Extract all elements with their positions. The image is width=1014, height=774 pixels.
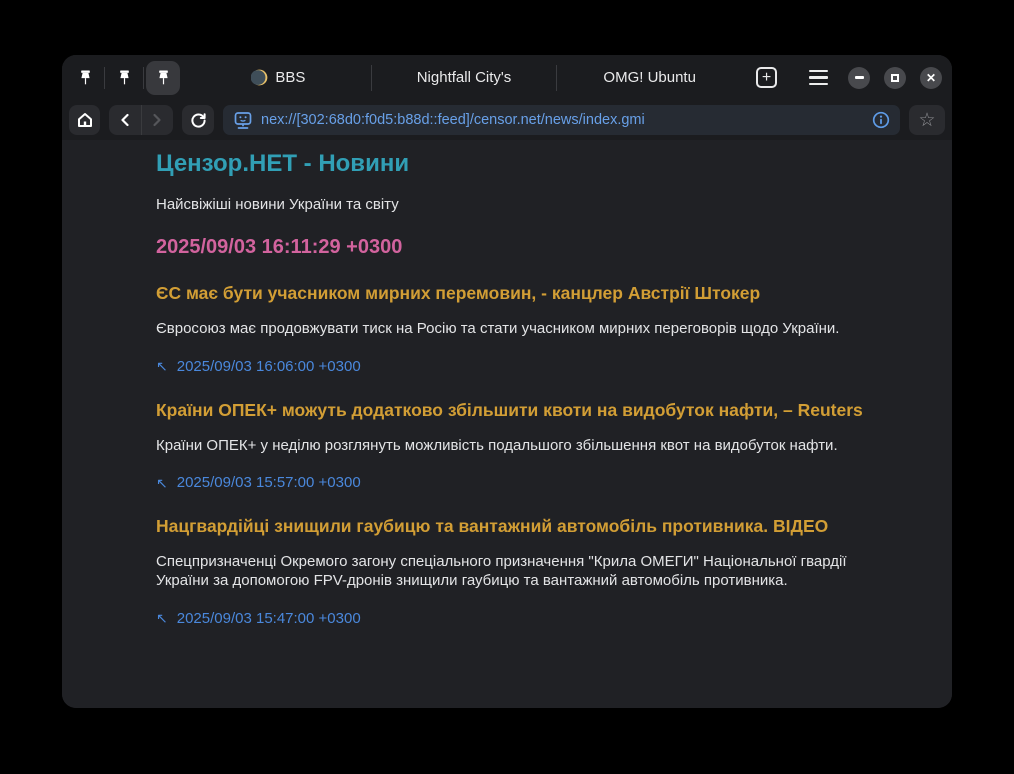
- tab-strip: BBS Nightfall City's OMG! Ubuntu: [186, 55, 742, 100]
- article-link[interactable]: ↖ 2025/09/03 15:47:00 +0300: [156, 610, 868, 628]
- pushpin-icon: [78, 69, 93, 86]
- menu-button[interactable]: [809, 70, 828, 86]
- close-button[interactable]: ✕: [920, 67, 942, 89]
- tab-bar: BBS Nightfall City's OMG! Ubuntu + ✕: [62, 55, 952, 100]
- article-link[interactable]: ↖ 2025/09/03 16:06:00 +0300: [156, 358, 868, 376]
- article-summary: Спецпризначенці Окремого загону спеціаль…: [156, 553, 868, 591]
- tab-label: BBS: [275, 69, 305, 86]
- article-link-label: 2025/09/03 15:47:00 +0300: [177, 610, 361, 628]
- star-icon: ☆: [918, 111, 935, 130]
- news-article: ЄС має бути учасником мирних перемовин, …: [156, 283, 868, 376]
- back-button[interactable]: [109, 105, 141, 135]
- reload-icon: [190, 112, 207, 129]
- maximize-icon: [891, 74, 899, 82]
- pin-separator: [104, 67, 105, 89]
- hamburger-icon: [809, 70, 828, 73]
- link-arrow-icon: ↖: [156, 475, 168, 492]
- pinned-tab-3-selected[interactable]: [146, 61, 180, 95]
- tab-label: Nightfall City's: [417, 69, 512, 86]
- crescent-moon-icon: [251, 69, 268, 86]
- browser-window: BBS Nightfall City's OMG! Ubuntu + ✕: [62, 55, 952, 708]
- navigation-bar: nex://[302:68d0:f0d5:b88d::feed]/censor.…: [62, 100, 952, 140]
- url-text[interactable]: nex://[302:68d0:f0d5:b88d::feed]/censor.…: [261, 112, 864, 128]
- article-link-label: 2025/09/03 16:06:00 +0300: [177, 358, 361, 376]
- pushpin-icon: [156, 69, 171, 86]
- article-heading: Країни ОПЕК+ можуть додатково збільшити …: [156, 400, 868, 421]
- page-content: Цензор.НЕТ - Новини Найсвіжіші новини Ук…: [62, 140, 952, 708]
- minimize-icon: [855, 76, 864, 78]
- close-icon: ✕: [926, 72, 936, 84]
- maximize-button[interactable]: [884, 67, 906, 89]
- pinned-tab-2[interactable]: [107, 61, 141, 95]
- news-article: Нацгвардійці знищили гаубицю та вантажни…: [156, 516, 868, 628]
- pin-separator: [143, 67, 144, 89]
- tab-omg-ubuntu[interactable]: OMG! Ubuntu: [557, 55, 742, 100]
- pushpin-icon: [117, 69, 132, 86]
- new-tab-button[interactable]: +: [756, 67, 777, 88]
- news-article: Країни ОПЕК+ можуть додатково збільшити …: [156, 400, 868, 493]
- bookmark-button[interactable]: ☆: [909, 105, 945, 135]
- tab-label: OMG! Ubuntu: [603, 69, 696, 86]
- home-button[interactable]: [69, 105, 100, 135]
- minimize-button[interactable]: [848, 67, 870, 89]
- page-info-icon[interactable]: [872, 111, 890, 129]
- reload-button[interactable]: [182, 105, 214, 135]
- forward-button-disabled[interactable]: [141, 105, 173, 135]
- page-subtitle: Найсвіжіші новини України та світу: [156, 196, 868, 214]
- tab-bbs[interactable]: BBS: [186, 55, 371, 100]
- link-arrow-icon: ↖: [156, 610, 168, 627]
- article-summary: Євросоюз має продовжувати тиск на Росію …: [156, 320, 868, 339]
- pinned-tab-1[interactable]: [68, 61, 102, 95]
- url-bar[interactable]: nex://[302:68d0:f0d5:b88d::feed]/censor.…: [223, 105, 900, 135]
- chevron-left-icon: [119, 113, 131, 127]
- tab-nightfall-citys[interactable]: Nightfall City's: [372, 55, 557, 100]
- page-title: Цензор.НЕТ - Новини: [156, 150, 868, 179]
- article-heading: ЄС має бути учасником мирних перемовин, …: [156, 283, 868, 304]
- history-buttons: [109, 105, 173, 135]
- article-link[interactable]: ↖ 2025/09/03 15:57:00 +0300: [156, 474, 868, 492]
- retro-computer-icon: [233, 111, 253, 130]
- link-arrow-icon: ↖: [156, 358, 168, 375]
- plus-icon: +: [762, 70, 771, 86]
- article-link-label: 2025/09/03 15:57:00 +0300: [177, 474, 361, 492]
- article-summary: Країни ОПЕК+ у неділю розглянуть можливі…: [156, 437, 868, 456]
- home-icon: [76, 111, 94, 129]
- chevron-right-icon: [151, 113, 163, 127]
- article-heading: Нацгвардійці знищили гаубицю та вантажни…: [156, 516, 868, 537]
- feed-timestamp-heading: 2025/09/03 16:11:29 +0300: [156, 235, 868, 259]
